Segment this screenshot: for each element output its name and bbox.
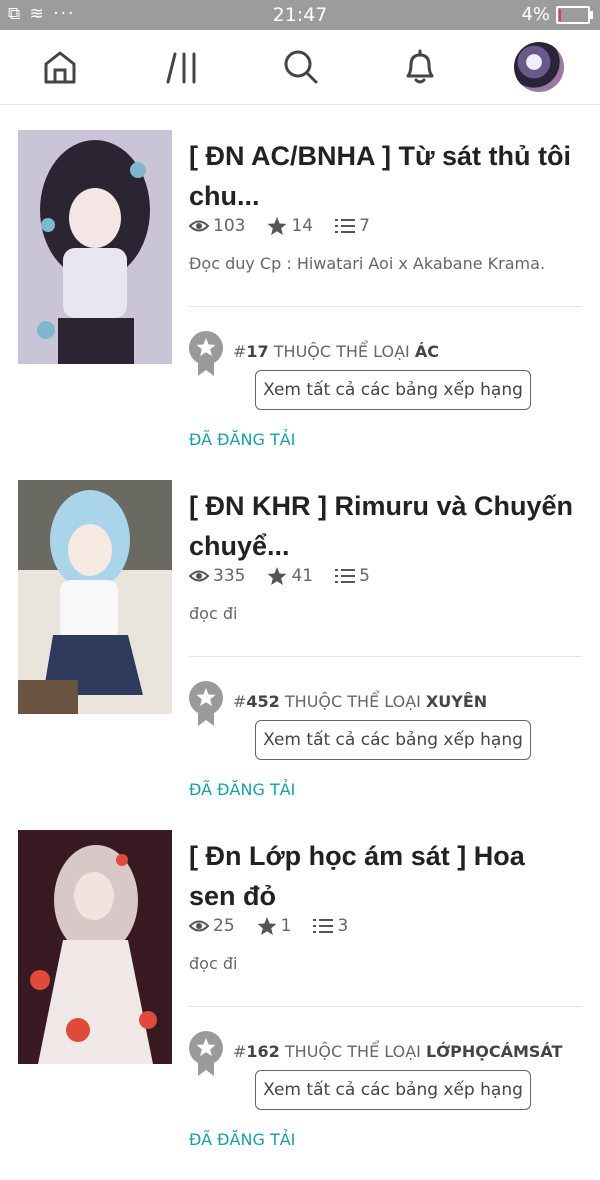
votes-count: 41: [291, 566, 314, 586]
story-cover[interactable]: [18, 130, 172, 364]
views-count: 25: [213, 916, 235, 936]
status-bar: ⧉ ≋ ··· 21:47 4%: [0, 0, 600, 30]
ranking-text: #17 THUỘC THỂ LOẠI ÁC: [233, 342, 439, 361]
story-cover[interactable]: [18, 480, 172, 714]
votes-stat: 14: [267, 216, 313, 236]
story-title[interactable]: [ ĐN AC/BNHA ] Từ sát thủ tôi chu...: [189, 136, 574, 216]
views-stat: 103: [189, 216, 245, 236]
parts-count: 3: [337, 916, 349, 936]
view-rankings-button[interactable]: Xem tất cả các bảng xếp hạng: [255, 1070, 531, 1110]
story-title[interactable]: [ Đn Lớp học ám sát ] Hoa sen đỏ: [189, 836, 574, 916]
ranking-badge-icon: [189, 331, 223, 376]
rank-label: THUỘC THỂ LOẠI: [279, 692, 426, 711]
home-button[interactable]: [35, 42, 85, 92]
notifications-button[interactable]: [395, 42, 445, 92]
parts-count: 7: [359, 216, 370, 236]
eye-icon: [189, 220, 209, 232]
battery-percent: 4%: [521, 4, 550, 25]
story-description: Đọc duy Cp : Hiwatari Aoi x Akabane Kram…: [189, 254, 546, 273]
avatar: [514, 42, 564, 92]
parts-count: 5: [359, 566, 370, 586]
home-icon: [44, 51, 76, 84]
eye-icon: [189, 570, 209, 582]
list-icon: [335, 219, 356, 233]
views-count: 103: [213, 216, 246, 236]
parts-stat: 3: [313, 916, 348, 936]
story-card[interactable]: [ ĐN AC/BNHA ] Từ sát thủ tôi chu... 103…: [0, 130, 600, 480]
rank-label: THUỘC THỂ LOẠI: [279, 1042, 426, 1061]
ranking-badge-icon: [189, 1031, 223, 1076]
list-icon: [335, 569, 356, 583]
views-stat: 25: [189, 916, 235, 936]
views-count: 335: [213, 566, 246, 586]
divider: [189, 1006, 582, 1007]
star-icon: [267, 216, 287, 235]
library-button[interactable]: [157, 42, 207, 92]
ranking-text: #452 THUỘC THỂ LOẠI XUYÊN: [233, 692, 487, 711]
library-icon: [166, 52, 196, 84]
rank-category: XUYÊN: [425, 692, 488, 711]
story-card[interactable]: [ ĐN KHR ] Rimuru và Chuyến chuyể... 335…: [0, 480, 600, 830]
story-description: đọc đi: [189, 954, 238, 973]
divider: [189, 656, 582, 657]
published-status: ĐÃ ĐĂNG TẢI: [189, 1130, 296, 1149]
battery-indicator: 4%: [521, 4, 593, 25]
list-icon: [313, 919, 334, 933]
rank-number: 162: [246, 1042, 280, 1061]
rank-number: 452: [246, 692, 280, 711]
divider: [189, 306, 582, 307]
rank-prefix: #: [233, 692, 247, 711]
story-description: đọc đi: [189, 604, 238, 623]
parts-stat: 5: [335, 566, 370, 586]
votes-stat: 41: [267, 566, 313, 586]
parts-stat: 7: [335, 216, 370, 236]
bell-icon: [406, 49, 434, 84]
top-nav: [0, 30, 600, 105]
eye-icon: [189, 920, 209, 932]
story-stats: 335 41 5: [189, 566, 392, 586]
view-rankings-button[interactable]: Xem tất cả các bảng xếp hạng: [255, 370, 531, 410]
story-card[interactable]: [ Đn Lớp học ám sát ] Hoa sen đỏ 25 1 3 …: [0, 830, 600, 1180]
rank-prefix: #: [233, 342, 247, 361]
story-stats: 25 1 3: [189, 916, 370, 936]
published-status: ĐÃ ĐĂNG TẢI: [189, 780, 296, 799]
rank-category: LỚPHỌCÁMSÁT: [425, 1042, 563, 1061]
rank-number: 17: [246, 342, 269, 361]
ranking-text: #162 THUỘC THỂ LOẠI LỚPHỌCÁMSÁT: [233, 1042, 562, 1061]
star-icon: [267, 566, 287, 585]
battery-fill: [559, 8, 561, 21]
views-stat: 335: [189, 566, 245, 586]
battery-icon: [556, 5, 593, 24]
clock: 21:47: [272, 4, 328, 26]
votes-count: 1: [280, 916, 292, 936]
ranking-badge-icon: [189, 681, 223, 726]
rank-label: THUỘC THỂ LOẠI: [268, 342, 415, 361]
search-icon: [284, 50, 318, 84]
star-icon: [257, 916, 277, 935]
votes-count: 14: [291, 216, 314, 236]
search-button[interactable]: [276, 42, 326, 92]
rank-prefix: #: [233, 1042, 247, 1061]
story-cover[interactable]: [18, 830, 172, 1064]
story-stats: 103 14 7: [189, 216, 392, 236]
votes-stat: 1: [257, 916, 292, 936]
rank-category: ÁC: [414, 342, 439, 361]
view-rankings-button[interactable]: Xem tất cả các bảng xếp hạng: [255, 720, 531, 760]
story-title[interactable]: [ ĐN KHR ] Rimuru và Chuyến chuyể...: [189, 486, 574, 566]
profile-button[interactable]: [514, 42, 564, 92]
published-status: ĐÃ ĐĂNG TẢI: [189, 430, 296, 449]
